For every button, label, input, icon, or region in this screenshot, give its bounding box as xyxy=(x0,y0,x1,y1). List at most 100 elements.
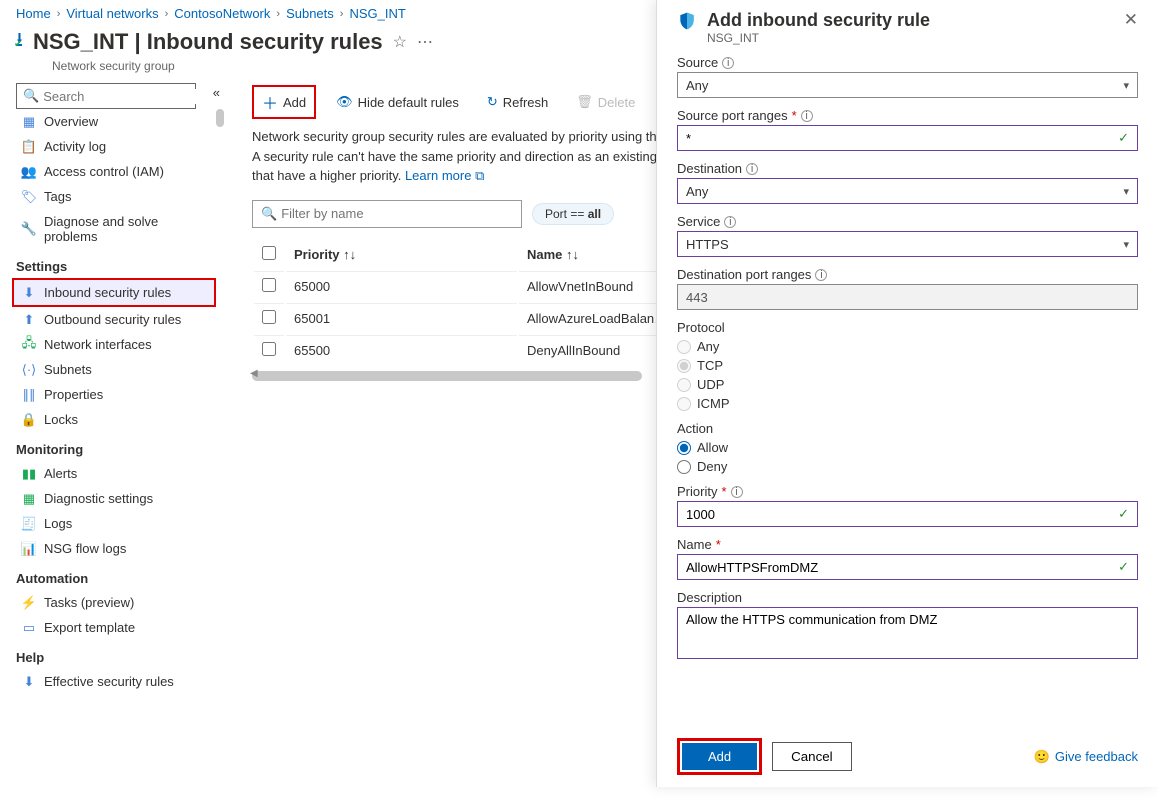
add-rule-panel: Add inbound security rule NSG_INT ✕ Sour… xyxy=(656,0,1158,787)
crumb-contoso[interactable]: ContosoNetwork xyxy=(174,6,270,21)
priority-input[interactable]: ✓ xyxy=(677,501,1138,527)
search-icon: 🔍 xyxy=(23,88,39,104)
sidebar-item-inbound-rules[interactable]: ⬇Inbound security rules xyxy=(12,278,216,307)
filter-by-name[interactable]: 🔍 xyxy=(252,200,522,228)
download-icon[interactable]: ⭳✔ xyxy=(16,25,23,59)
info-icon[interactable]: i xyxy=(724,216,736,228)
sidebar-cat-automation: Automation xyxy=(16,561,228,590)
sidebar-cat-settings: Settings xyxy=(16,249,228,278)
protocol-any[interactable]: Any xyxy=(677,339,1138,354)
checkmark-icon: ✓ xyxy=(1118,130,1129,146)
name-input[interactable]: ✓ xyxy=(677,554,1138,580)
checkmark-icon: ✓ xyxy=(1118,559,1129,575)
chevron-down-icon: ▾ xyxy=(1123,238,1129,251)
panel-subtitle: NSG_INT xyxy=(707,31,930,45)
action-allow[interactable]: Allow xyxy=(677,440,1138,455)
info-icon[interactable]: i xyxy=(731,486,743,498)
destination-select[interactable]: Any▾ xyxy=(677,178,1138,204)
collapse-sidebar-icon[interactable]: « xyxy=(213,85,220,100)
sidebar-item-nics[interactable]: 🖧Network interfaces xyxy=(16,332,216,357)
checkmark-icon: ✓ xyxy=(1118,506,1129,522)
sidebar-item-diag-settings[interactable]: ▦Diagnostic settings xyxy=(16,486,216,511)
sidebar-cat-monitoring: Monitoring xyxy=(16,432,228,461)
star-icon[interactable]: ☆ xyxy=(393,32,407,52)
sidebar-item-export-template[interactable]: ▭Export template xyxy=(16,615,216,640)
learn-more-link[interactable]: Learn more ⧉ xyxy=(405,168,484,183)
sidebar-item-outbound-rules[interactable]: ⬆Outbound security rules xyxy=(16,307,216,332)
protocol-icmp[interactable]: ICMP xyxy=(677,396,1138,411)
info-icon[interactable]: i xyxy=(815,269,827,281)
sidebar-item-overview[interactable]: ▦Overview xyxy=(16,109,216,134)
filter-input[interactable] xyxy=(281,206,513,221)
refresh-button[interactable]: ↻Refresh xyxy=(479,91,556,113)
shield-icon xyxy=(677,10,697,32)
crumb-vnets[interactable]: Virtual networks xyxy=(66,6,158,21)
port-filter-pill[interactable]: Port == all xyxy=(532,203,614,225)
info-icon[interactable]: i xyxy=(722,57,734,69)
crumb-nsg[interactable]: NSG_INT xyxy=(349,6,405,21)
sidebar-item-tags[interactable]: 🏷Tags xyxy=(16,184,216,209)
search-icon: 🔍 xyxy=(261,206,277,222)
row-checkbox[interactable] xyxy=(262,342,276,356)
protocol-udp[interactable]: UDP xyxy=(677,377,1138,392)
page-title: NSG_INT | Inbound security rules xyxy=(33,29,383,55)
sidebar-item-diagnose[interactable]: 🔧Diagnose and solve problems xyxy=(16,209,216,249)
info-icon[interactable]: i xyxy=(801,110,813,122)
panel-cancel-button[interactable]: Cancel xyxy=(772,742,852,771)
sidebar-item-locks[interactable]: 🔒Locks xyxy=(16,407,216,432)
close-icon[interactable]: ✕ xyxy=(1124,10,1138,30)
chevron-down-icon: ▾ xyxy=(1123,185,1129,198)
label-destination: Destination xyxy=(677,161,742,176)
sidebar-cat-help: Help xyxy=(16,640,228,669)
panel-title: Add inbound security rule xyxy=(707,10,930,31)
panel-feedback-link[interactable]: 🙂Give feedback xyxy=(1034,749,1138,765)
protocol-tcp[interactable]: TCP xyxy=(677,358,1138,373)
chevron-down-icon: ▾ xyxy=(1123,79,1129,92)
more-icon[interactable]: ⋯ xyxy=(417,32,433,52)
sidebar-item-effective-rules[interactable]: ⬇Effective security rules xyxy=(16,669,216,694)
sidebar-search[interactable]: 🔍 xyxy=(16,83,196,109)
label-name: Name xyxy=(677,537,712,552)
label-priority: Priority xyxy=(677,484,717,499)
sidebar-scrollbar[interactable] xyxy=(216,109,224,798)
select-all-checkbox[interactable] xyxy=(262,246,276,260)
label-source-port: Source port ranges xyxy=(677,108,788,123)
plus-icon: ＋ xyxy=(262,90,278,114)
sidebar-item-iam[interactable]: 👥Access control (IAM) xyxy=(16,159,216,184)
panel-add-button[interactable]: Add xyxy=(682,743,757,770)
sidebar: 🔍 « ▦Overview 📋Activity log 👥Access cont… xyxy=(0,81,228,798)
description-input[interactable] xyxy=(677,607,1138,659)
hide-icon: 👁 xyxy=(336,94,353,110)
feedback-icon: 🙂 xyxy=(1034,749,1050,765)
sidebar-item-properties[interactable]: ∥∥Properties xyxy=(16,382,216,407)
action-deny[interactable]: Deny xyxy=(677,459,1138,474)
hide-default-button[interactable]: 👁Hide default rules xyxy=(328,91,467,113)
sidebar-item-subnets[interactable]: ⟨·⟩Subnets xyxy=(16,357,216,382)
external-link-icon: ⧉ xyxy=(475,168,484,183)
protocol-radio-group: Any TCP UDP ICMP xyxy=(677,339,1138,411)
row-checkbox[interactable] xyxy=(262,310,276,324)
source-port-input[interactable]: ✓ xyxy=(677,125,1138,151)
sidebar-item-logs[interactable]: 🧾Logs xyxy=(16,511,216,536)
row-checkbox[interactable] xyxy=(262,278,276,292)
horizontal-scrollbar[interactable] xyxy=(252,371,642,381)
add-button[interactable]: ＋Add xyxy=(252,85,316,119)
crumb-home[interactable]: Home xyxy=(16,6,51,21)
label-protocol: Protocol xyxy=(677,320,725,335)
crumb-subnets[interactable]: Subnets xyxy=(286,6,334,21)
search-input[interactable] xyxy=(43,89,219,104)
delete-button: 🗑Delete xyxy=(568,91,643,113)
col-priority[interactable]: Priority ↑↓ xyxy=(286,240,517,269)
label-service: Service xyxy=(677,214,720,229)
sidebar-item-alerts[interactable]: ▮▮Alerts xyxy=(16,461,216,486)
label-description: Description xyxy=(677,590,742,605)
service-select[interactable]: HTTPS▾ xyxy=(677,231,1138,257)
source-select[interactable]: Any▾ xyxy=(677,72,1138,98)
sidebar-item-tasks[interactable]: ⚡Tasks (preview) xyxy=(16,590,216,615)
label-action: Action xyxy=(677,421,713,436)
sidebar-item-nsg-flow[interactable]: 📊NSG flow logs xyxy=(16,536,216,561)
sidebar-item-activity-log[interactable]: 📋Activity log xyxy=(16,134,216,159)
info-icon[interactable]: i xyxy=(746,163,758,175)
trash-icon: 🗑 xyxy=(576,94,593,110)
label-dest-port: Destination port ranges xyxy=(677,267,811,282)
